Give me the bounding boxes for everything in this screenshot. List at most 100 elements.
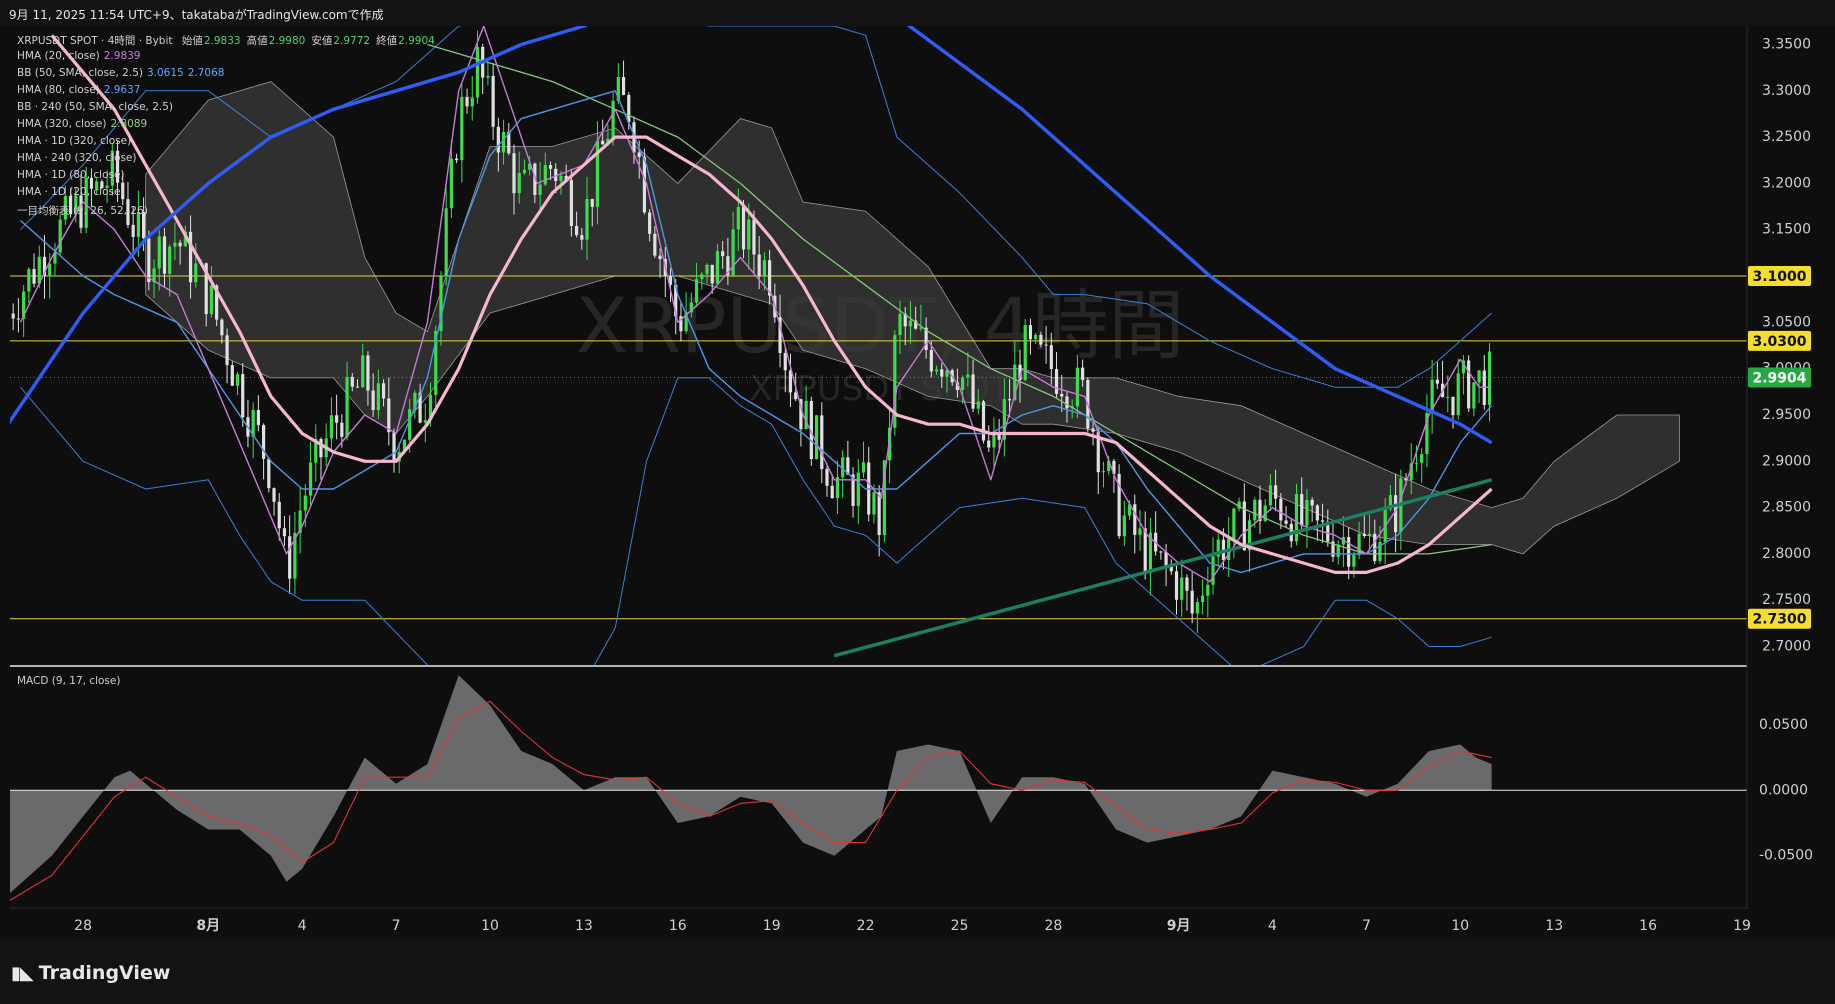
candle-body [355,386,360,388]
candle-body [235,374,240,386]
candle-body [1195,602,1199,614]
ohlc-label: 安値 [311,35,333,47]
candle-body [1143,528,1147,574]
indicator-row[interactable]: HMA · 240 (320, close) [17,152,136,164]
candle-body [340,422,344,437]
indicator-row[interactable]: BB · 240 (50, SMA, close, 2.5) [17,101,173,113]
candle-body [940,369,944,377]
tradingview-logo[interactable]: ▮◣ TradingView [11,962,170,984]
candle-body [267,458,271,489]
candle-body [1138,528,1142,535]
chart-canvas[interactable]: XRPUSDT, 4時間 XRPUSDT SPOT 3.35003.30003.… [0,0,1835,1004]
candle-body [209,285,214,315]
candle-body [230,365,234,386]
macd-tick-label: 0.0000 [1759,782,1808,798]
indicator-row[interactable]: BB (50, SMA, close, 2.5) 3.0615 2.7068 [17,67,224,79]
time-tick-label: 4 [298,918,307,934]
indicator-row[interactable]: HMA (20, close) 2.9839 [17,50,141,62]
indicator-name: BB (50, SMA, close, 2.5) [17,67,143,79]
indicator-row[interactable]: HMA · 1D (320, close) [17,135,131,147]
candle-body [637,152,641,157]
candle-body [820,415,824,470]
candle-body [486,75,490,78]
candle-body [966,374,970,378]
candle-body [1284,520,1288,524]
candle-body [825,469,829,486]
candle-body [580,235,584,240]
candle-body [1362,533,1366,537]
indicator-value: 2.9637 [103,84,141,96]
indicator-row[interactable]: HMA · 1D (80, close) [17,169,125,181]
candle-body [601,140,605,145]
candle-body [460,96,464,161]
price-tick-label: 2.8000 [1762,546,1811,562]
ohlc-value: 2.9833 [203,35,241,47]
candle-body [929,349,933,372]
candle-body [1028,325,1033,340]
candle-body [1049,345,1053,370]
footer [0,940,1835,1004]
time-tick-label: 8月 [196,918,220,934]
price-tick-label: 2.9500 [1762,407,1811,423]
candle-body [350,376,354,387]
candle-body [470,97,474,107]
candle-body [653,233,657,256]
candle-body [512,153,516,194]
level-tag-1: 3.0300 [1752,334,1806,350]
indicator-row[interactable]: HMA · 1D (20, close) [17,186,125,198]
candle-body [157,236,161,269]
price-tick-label: 2.7000 [1762,638,1811,654]
candle-body [700,274,704,280]
price-tick-label: 3.2000 [1762,175,1811,191]
candle-body [131,224,135,237]
candle-body [1435,379,1439,384]
indicator-name: HMA (20, close) [17,50,100,62]
indicator-row[interactable]: 一目均衡表 (9, 26, 52, 26) [17,203,148,218]
indicator-value: 3.0615 [146,67,184,79]
candle-body [387,398,391,433]
indicator-row[interactable]: HMA (80, close) 2.9637 [17,84,141,96]
candle-body [1487,351,1492,405]
candle-body [16,318,21,320]
indicator-value: 2.9839 [103,50,141,62]
candle-body [585,198,589,240]
candle-body [1060,393,1064,397]
candle-body [168,246,172,274]
candle-body [376,383,380,411]
candle-body [1414,462,1419,464]
candle-body [559,175,563,182]
price-tick-label: 3.1500 [1762,222,1811,238]
candle-body [1232,508,1236,539]
price-tick-label: 3.3000 [1762,83,1811,99]
time-tick-label: 19 [763,918,781,934]
candle-body [569,180,573,227]
candle-body [1420,454,1424,463]
ohlc-label: 終値 [376,35,398,47]
candle-body [574,226,579,236]
candle-body [225,335,229,366]
candle-body [1054,369,1059,394]
candle-body [1101,471,1106,473]
candle-body [517,173,521,194]
candle-body [220,319,224,336]
candle-body [757,254,761,276]
candle-body [444,208,448,277]
candle-body [856,472,860,506]
candle-body [830,485,834,499]
candle-body [861,462,866,473]
candle-body [1472,382,1476,409]
candle-body [288,536,292,579]
indicator-row[interactable]: HMA (320, close) 2.8089 [17,118,147,130]
candle-body [455,158,459,161]
candle-body [1300,494,1304,526]
candle-body [1253,499,1257,521]
candle-body [178,242,182,247]
candle-body [658,255,662,259]
candle-body [872,492,876,515]
candle-body [1294,494,1299,542]
candle-body [611,100,615,139]
candle-body [1174,571,1179,600]
candle-body [1211,556,1215,585]
macd-tick-label: 0.0500 [1759,717,1808,733]
ohlc-label: 始値 [181,35,203,47]
